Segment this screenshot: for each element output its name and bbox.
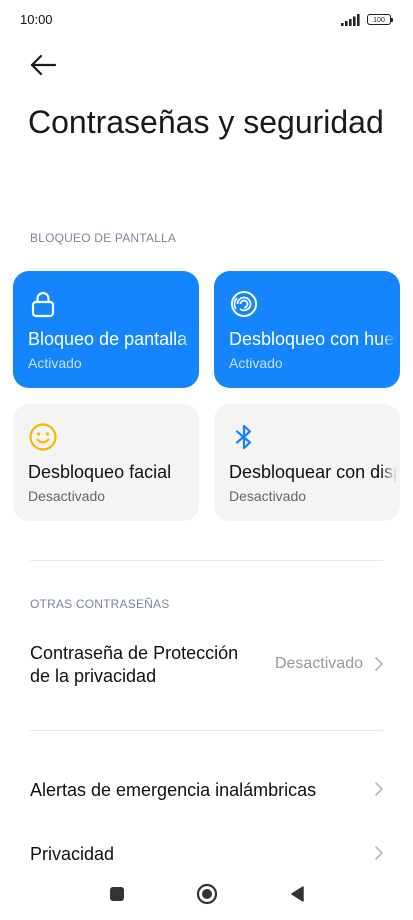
- tile-fade: [179, 456, 199, 486]
- row-label: Privacidad: [30, 844, 115, 864]
- back-nav-button[interactable]: [285, 882, 309, 906]
- tile-title: Desbloqueo facial: [28, 462, 172, 482]
- divider: [30, 560, 383, 561]
- tile-status: Desactivado: [229, 488, 307, 504]
- back-triangle-icon: [291, 886, 304, 902]
- battery-level: 100: [373, 17, 385, 24]
- divider: [30, 730, 383, 731]
- tile-title: Bloqueo de pantalla: [28, 329, 188, 349]
- tile-fade: [179, 323, 199, 353]
- section-header-screen-lock: BLOQUEO DE PANTALLA: [30, 231, 177, 245]
- tile-fade: [380, 323, 400, 353]
- tile-title: Desbloquear con dispositivo Bluetooth: [229, 462, 400, 482]
- lock-icon: [31, 291, 55, 318]
- row-label-line2: de la privacidad: [30, 666, 157, 686]
- signal-icon: [341, 14, 360, 26]
- row-privacy-protection-password[interactable]: Contraseña de Protección de la privacida…: [0, 640, 413, 690]
- tile-face-unlock[interactable]: Desbloqueo facial Desactivado: [13, 404, 199, 521]
- row-value: Desactivado: [274, 655, 363, 672]
- tile-fade: [380, 456, 400, 486]
- arrow-left-icon: [30, 54, 57, 76]
- recents-button[interactable]: [105, 882, 129, 906]
- tile-status: Desactivado: [28, 488, 106, 504]
- section-header-other-passwords: OTRAS CONTRASEÑAS: [30, 597, 170, 611]
- chevron-right-icon: [375, 782, 383, 796]
- bluetooth-icon: [235, 424, 252, 450]
- home-circle-icon: [196, 883, 218, 905]
- chevron-right-icon: [375, 846, 383, 860]
- tile-bluetooth-unlock[interactable]: Desbloquear con dispositivo Bluetooth De…: [214, 404, 400, 521]
- face-icon: [29, 423, 57, 451]
- row-emergency-alerts[interactable]: Alertas de emergencia inalámbricas: [0, 770, 413, 810]
- back-button[interactable]: [28, 52, 58, 78]
- tile-status: Activado: [28, 355, 82, 371]
- navigation-bar: [0, 872, 413, 920]
- row-label: Alertas de emergencia inalámbricas: [30, 780, 317, 800]
- tile-fingerprint-unlock[interactable]: Desbloqueo con huella Activado: [214, 271, 400, 388]
- battery-icon: 100: [367, 14, 393, 25]
- fingerprint-icon: [231, 291, 257, 317]
- tile-status: Activado: [229, 355, 283, 371]
- tile-screen-lock[interactable]: Bloqueo de pantalla Activado: [13, 271, 199, 388]
- recents-square-icon: [110, 887, 124, 901]
- row-label-line1: Contraseña de Protección: [30, 643, 239, 663]
- status-time: 10:00: [20, 12, 53, 27]
- chevron-right-icon: [375, 657, 383, 671]
- page-title: Contraseñas y seguridad: [28, 104, 384, 140]
- status-bar: 10:00 100: [0, 0, 413, 40]
- tile-title: Desbloqueo con huella: [229, 329, 400, 349]
- home-button[interactable]: [195, 882, 219, 906]
- row-privacy[interactable]: Privacidad: [0, 834, 413, 874]
